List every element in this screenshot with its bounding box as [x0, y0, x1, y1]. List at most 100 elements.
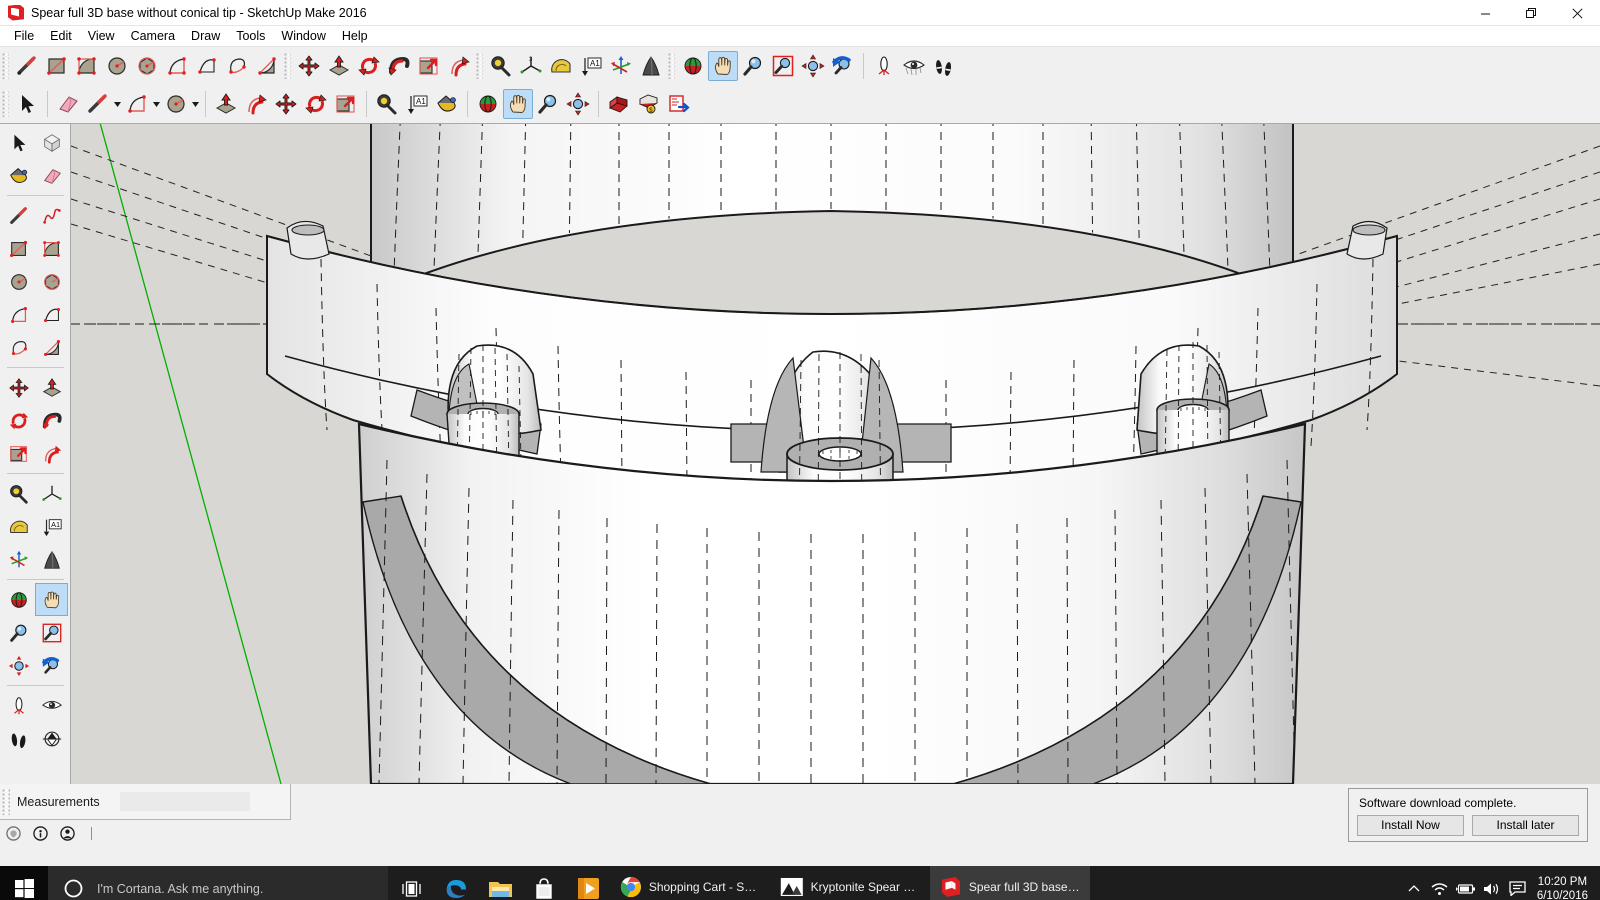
- text-tool[interactable]: A1: [576, 51, 606, 81]
- zoom-extents-tool-sidebar[interactable]: [2, 649, 35, 682]
- axes-tool-sidebar[interactable]: [35, 477, 68, 510]
- pushpull-tool-row2[interactable]: [211, 89, 241, 119]
- rotated-rectangle-tool-sidebar[interactable]: [35, 232, 68, 265]
- zoom-window-tool-sidebar[interactable]: [35, 616, 68, 649]
- menu-tools[interactable]: Tools: [228, 27, 273, 45]
- menu-edit[interactable]: Edit: [42, 27, 80, 45]
- axes-tool[interactable]: 3: [516, 51, 546, 81]
- line-tool-dropdown[interactable]: [113, 89, 122, 119]
- task-view-icon[interactable]: [388, 866, 434, 900]
- windows-start-icon[interactable]: [0, 866, 48, 900]
- tape-measure-tool-sidebar[interactable]: [2, 477, 35, 510]
- install-now-button[interactable]: Install Now: [1357, 814, 1464, 836]
- circle-tool-sidebar[interactable]: [2, 265, 35, 298]
- movies-tv-icon[interactable]: [566, 866, 610, 900]
- walk-tool[interactable]: [929, 51, 959, 81]
- offset-tool-row2[interactable]: [241, 89, 271, 119]
- select-tool[interactable]: [12, 89, 42, 119]
- walk-tool-sidebar[interactable]: [2, 722, 35, 755]
- show-hidden-icons-chevron[interactable]: [1401, 866, 1427, 900]
- two-point-arc-tool[interactable]: [192, 51, 222, 81]
- axes-origin-tool-sidebar[interactable]: [2, 543, 35, 576]
- toolbar-grip-edit[interactable]: [284, 53, 291, 79]
- arc-tool-sidebar[interactable]: [2, 298, 35, 331]
- account-status-icon[interactable]: [60, 826, 75, 841]
- line-tool[interactable]: [12, 51, 42, 81]
- position-camera-tool-sidebar[interactable]: [2, 689, 35, 722]
- pie-tool-sidebar[interactable]: [35, 331, 68, 364]
- battery-icon[interactable]: [1453, 866, 1479, 900]
- rotate-tool-row2[interactable]: [301, 89, 331, 119]
- taskbar-app-sketchup[interactable]: Spear full 3D base ...: [930, 866, 1090, 900]
- protractor-tool-sidebar[interactable]: [2, 510, 35, 543]
- menu-view[interactable]: View: [80, 27, 123, 45]
- freehand-tool-sidebar[interactable]: [35, 199, 68, 232]
- info-status-icon[interactable]: [33, 826, 48, 841]
- toolbar-grip[interactable]: [2, 53, 9, 79]
- previous-view-tool[interactable]: [828, 51, 858, 81]
- 3d-model-viewport[interactable]: [71, 124, 1600, 784]
- taskbar-app-photos[interactable]: Kryptonite Spear cl...: [770, 866, 930, 900]
- share-model-button[interactable]: [664, 89, 694, 119]
- eraser-tool[interactable]: [53, 89, 83, 119]
- pan-tool[interactable]: [708, 51, 738, 81]
- circle-tool[interactable]: [102, 51, 132, 81]
- volume-icon[interactable]: [1479, 866, 1505, 900]
- section-plane-tool-sidebar[interactable]: [35, 722, 68, 755]
- three-point-arc-tool-sidebar[interactable]: [2, 331, 35, 364]
- rectangle-tool-sidebar[interactable]: [2, 232, 35, 265]
- zoom-tool[interactable]: [738, 51, 768, 81]
- arc-tool-dropdown[interactable]: [152, 89, 161, 119]
- toolbar-grip-camera[interactable]: [668, 53, 675, 79]
- eraser-tool-sidebar[interactable]: [35, 159, 68, 192]
- move-tool-row2[interactable]: [271, 89, 301, 119]
- restore-button[interactable]: [1508, 0, 1554, 26]
- close-button[interactable]: [1554, 0, 1600, 26]
- microsoft-store-icon[interactable]: [522, 866, 566, 900]
- offset-tool[interactable]: [444, 51, 474, 81]
- circle-tool-row2[interactable]: [161, 89, 191, 119]
- look-around-tool-sidebar[interactable]: [35, 689, 68, 722]
- orbit-tool-row2[interactable]: [473, 89, 503, 119]
- polygon-tool[interactable]: [132, 51, 162, 81]
- followme-tool[interactable]: [384, 51, 414, 81]
- pie-tool[interactable]: [252, 51, 282, 81]
- scale-tool-sidebar[interactable]: [2, 437, 35, 470]
- three-point-arc-tool[interactable]: [222, 51, 252, 81]
- zoom-tool-row2[interactable]: [533, 89, 563, 119]
- orbit-tool-sidebar[interactable]: [2, 583, 35, 616]
- extension-warehouse-button[interactable]: $: [634, 89, 664, 119]
- zoom-window-tool[interactable]: [768, 51, 798, 81]
- tape-measure-tool-row2[interactable]: [372, 89, 402, 119]
- position-camera-tool[interactable]: [869, 51, 899, 81]
- followme-tool-sidebar[interactable]: [35, 404, 68, 437]
- install-later-button[interactable]: Install later: [1472, 814, 1579, 836]
- rotated-rectangle-tool[interactable]: [72, 51, 102, 81]
- paint-bucket-tool[interactable]: [432, 89, 462, 119]
- scale-tool[interactable]: [414, 51, 444, 81]
- scale-tool-row2[interactable]: [331, 89, 361, 119]
- rotate-tool-sidebar[interactable]: [2, 404, 35, 437]
- toolbar-grip-principal[interactable]: [2, 91, 9, 117]
- line-tool-sidebar[interactable]: [2, 199, 35, 232]
- paint-bucket-tool-sidebar[interactable]: [2, 159, 35, 192]
- taskbar-clock[interactable]: 10:20 PM 6/10/2016: [1531, 875, 1600, 900]
- pushpull-tool[interactable]: [324, 51, 354, 81]
- pan-tool-row2[interactable]: [503, 89, 533, 119]
- text-tool-sidebar[interactable]: A1: [35, 510, 68, 543]
- move-tool[interactable]: [294, 51, 324, 81]
- polygon-tool-sidebar[interactable]: [35, 265, 68, 298]
- menu-window[interactable]: Window: [273, 27, 333, 45]
- action-center-icon[interactable]: [1505, 866, 1531, 900]
- rectangle-tool[interactable]: [42, 51, 72, 81]
- zoom-extents-tool-row2[interactable]: [563, 89, 593, 119]
- iso-cube-tool-sidebar[interactable]: [35, 126, 68, 159]
- menu-help[interactable]: Help: [334, 27, 376, 45]
- offset-tool-sidebar[interactable]: [35, 437, 68, 470]
- arc-tool-row2[interactable]: [122, 89, 152, 119]
- wifi-icon[interactable]: [1427, 866, 1453, 900]
- 3d-warehouse-button[interactable]: [604, 89, 634, 119]
- look-around-tool[interactable]: [899, 51, 929, 81]
- previous-view-tool-sidebar[interactable]: [35, 649, 68, 682]
- move-tool-sidebar[interactable]: [2, 371, 35, 404]
